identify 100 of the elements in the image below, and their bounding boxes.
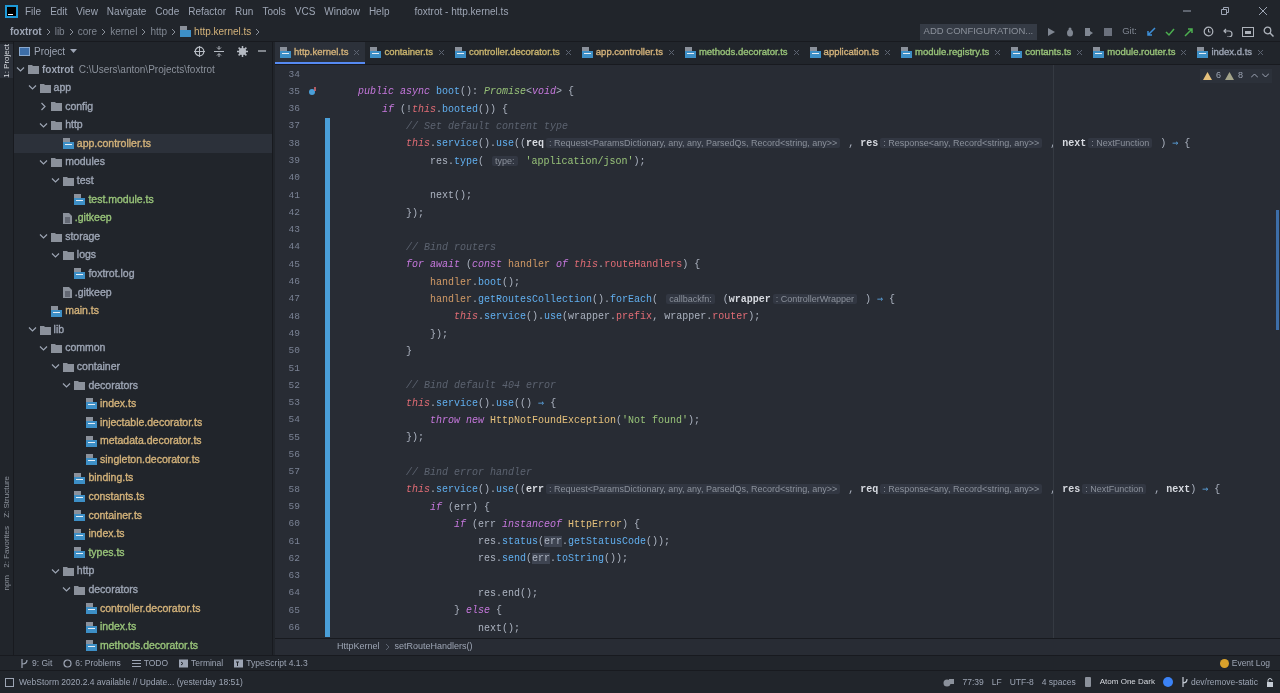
- side-tab[interactable]: Z: Structure: [0, 475, 13, 518]
- tree-item[interactable]: metadata.decorator.ts: [14, 431, 272, 451]
- status-message[interactable]: WebStorm 2020.2.4 available // Update... (yesterday 18:51): [19, 675, 243, 689]
- git-branch[interactable]: dev/remove-static: [1190, 675, 1258, 689]
- close-icon[interactable]: [994, 48, 1002, 56]
- settings-icon[interactable]: [237, 45, 248, 57]
- chevron-up-icon[interactable]: [1251, 73, 1258, 79]
- project-panel-title[interactable]: Project: [34, 43, 66, 59]
- debug-icon[interactable]: [1065, 26, 1076, 37]
- close-icon[interactable]: [792, 48, 800, 56]
- tree-item[interactable]: singleton.decorator.ts: [14, 450, 272, 470]
- tool-window-button[interactable]: 9: Git: [20, 656, 53, 670]
- tool-window-button[interactable]: Terminal: [179, 656, 224, 670]
- menu-item[interactable]: Edit: [50, 3, 68, 19]
- close-icon[interactable]: [1258, 6, 1268, 16]
- tree-item[interactable]: decorators: [14, 376, 272, 395]
- checkmark-icon[interactable]: [1165, 26, 1175, 37]
- tree-item[interactable]: config: [14, 97, 272, 116]
- tree-item[interactable]: storage: [14, 227, 272, 246]
- editor-tab[interactable]: app.controller.ts: [576, 42, 680, 64]
- menu-item[interactable]: Tools: [262, 3, 286, 19]
- menu-item[interactable]: Run: [235, 3, 254, 19]
- breadcrumb-item[interactable]: kernel: [110, 24, 138, 39]
- close-icon[interactable]: [1257, 48, 1265, 56]
- tree-item[interactable]: controller.decorator.ts: [14, 599, 272, 618]
- tree-item[interactable]: index.ts: [14, 394, 272, 414]
- tree-item[interactable]: decorators: [14, 580, 272, 600]
- indent-setting[interactable]: 4 spaces: [1041, 675, 1076, 689]
- window-icon[interactable]: [1242, 26, 1254, 37]
- event-log-button[interactable]: Event Log: [1219, 656, 1270, 670]
- undo-icon[interactable]: [1223, 26, 1233, 37]
- tree-item[interactable]: types.ts: [14, 543, 272, 563]
- menu-item[interactable]: Code: [155, 3, 180, 19]
- tool-window-button[interactable]: TODO: [131, 656, 169, 670]
- tree-item[interactable]: index.ts: [14, 524, 272, 544]
- menu-item[interactable]: Navigate: [106, 3, 147, 19]
- breadcrumb-item[interactable]: foxtrot: [10, 24, 42, 39]
- dropdown-caret-icon[interactable]: [70, 48, 78, 54]
- tool-window-button[interactable]: 6: Problems: [63, 656, 121, 670]
- caret-position[interactable]: 77:39: [962, 675, 984, 689]
- editor-tab[interactable]: application.ts: [804, 42, 897, 64]
- locate-icon[interactable]: [194, 45, 205, 57]
- update-arrow-icon[interactable]: [1146, 26, 1156, 37]
- tree-item[interactable]: app: [14, 78, 272, 98]
- side-tab[interactable]: npm: [0, 575, 13, 591]
- menu-item[interactable]: Refactor: [188, 3, 227, 19]
- editor-tab[interactable]: module.router.ts: [1088, 42, 1193, 64]
- editor-tab[interactable]: http.kernel.ts: [275, 42, 366, 64]
- restore-icon[interactable]: [1220, 6, 1230, 16]
- menu-item[interactable]: Window: [324, 3, 360, 19]
- run-icon[interactable]: [1046, 26, 1057, 37]
- close-icon[interactable]: [1076, 48, 1084, 56]
- tree-item[interactable]: index.ts: [14, 617, 272, 637]
- tree-item[interactable]: logs: [14, 245, 272, 265]
- editor-tab[interactable]: container.ts: [365, 42, 450, 64]
- close-icon[interactable]: [438, 48, 445, 56]
- editor-tab[interactable]: module.registry.ts: [896, 42, 1007, 64]
- menu-item[interactable]: View: [76, 3, 98, 19]
- tree-item[interactable]: main.ts: [14, 301, 272, 321]
- line-separator[interactable]: LF: [991, 675, 1002, 689]
- push-arrow-icon[interactable]: [1184, 26, 1194, 37]
- tree-item[interactable]: constants.ts: [14, 487, 272, 507]
- tree-item[interactable]: http: [14, 562, 272, 581]
- menu-item[interactable]: File: [25, 3, 42, 19]
- close-icon[interactable]: [564, 48, 572, 56]
- editor-tab[interactable]: contants.ts: [1006, 42, 1089, 64]
- editor-tab[interactable]: index.d.ts: [1192, 42, 1270, 64]
- breadcrumb-item[interactable]: HttpKernel: [337, 640, 380, 654]
- tree-item[interactable]: container.ts: [14, 506, 272, 525]
- breadcrumb-item[interactable]: lib: [54, 24, 65, 39]
- collapse-all-icon[interactable]: [214, 45, 224, 57]
- breadcrumb-item[interactable]: http: [150, 24, 168, 39]
- menu-item[interactable]: VCS: [294, 3, 316, 19]
- breadcrumb-item[interactable]: setRouteHandlers(): [394, 640, 473, 654]
- inspection-widget[interactable]: 6 8: [1199, 69, 1272, 83]
- side-tab[interactable]: 2: Favorites: [0, 525, 13, 568]
- close-icon[interactable]: [667, 48, 675, 56]
- theme-name[interactable]: Atom One Dark: [1099, 676, 1155, 688]
- stop-icon[interactable]: [1103, 26, 1114, 37]
- side-tab[interactable]: 1: Project: [0, 44, 13, 78]
- tree-item[interactable]: container: [14, 357, 272, 377]
- menu-item[interactable]: Help: [368, 3, 390, 19]
- tree-item[interactable]: lib: [14, 320, 272, 339]
- tree-item[interactable]: test: [14, 171, 272, 191]
- tree-item[interactable]: foxtrot.log: [14, 264, 272, 284]
- editor-tab[interactable]: controller.decorator.ts: [450, 42, 577, 64]
- chevron-down-icon[interactable]: [1262, 73, 1269, 79]
- tool-window-button[interactable]: TypeScript 4.1.3: [234, 656, 308, 670]
- tree-item[interactable]: http: [14, 115, 272, 135]
- tree-item[interactable]: binding.ts: [14, 469, 272, 488]
- file-encoding[interactable]: UTF-8: [1009, 675, 1034, 689]
- tree-item[interactable]: foxtrot C:\Users\anton\Projects\foxtrot: [14, 60, 272, 79]
- tree-item[interactable]: .gitkeep: [14, 283, 272, 302]
- history-icon[interactable]: [1203, 26, 1214, 37]
- close-icon[interactable]: [1180, 48, 1188, 56]
- scrollbar-thumb[interactable]: [1276, 210, 1279, 330]
- tree-item[interactable]: methods.decorator.ts: [14, 636, 272, 655]
- tree-item[interactable]: common: [14, 338, 272, 358]
- add-configuration-button[interactable]: ADD CONFIGURATION...: [919, 23, 1038, 40]
- tree-item[interactable]: app.controller.ts: [14, 134, 272, 153]
